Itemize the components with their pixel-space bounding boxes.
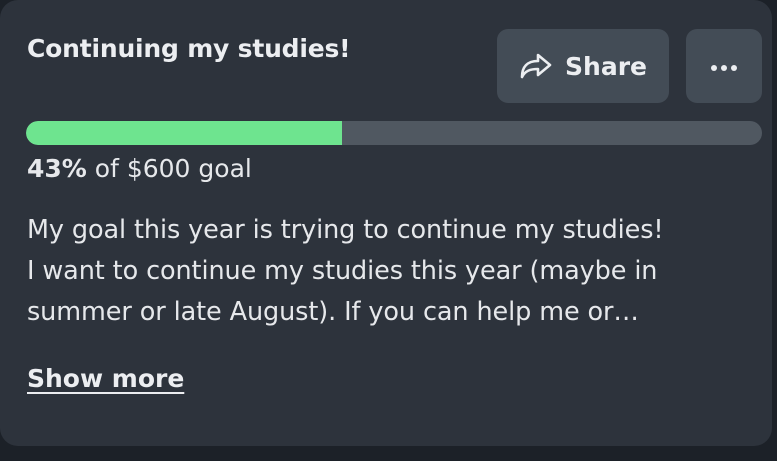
progress-summary: 43% of $600 goal (27, 154, 252, 183)
campaign-description: My goal this year is trying to continue … (27, 210, 767, 333)
share-button-label: Share (565, 51, 647, 81)
fundraiser-card: Continuing my studies! Share 43% of $600… (0, 0, 772, 446)
progress-percent: 43% (27, 154, 87, 183)
description-line: My goal this year is trying to continue … (27, 215, 664, 245)
more-options-button[interactable] (686, 29, 762, 103)
description-line: summer or late August). If you can help … (27, 297, 639, 327)
progress-goal-text: of $600 goal (94, 154, 252, 183)
campaign-title: Continuing my studies! (27, 34, 351, 63)
description-line: I want to continue my studies this year … (27, 256, 658, 286)
ellipsis-icon (710, 57, 738, 76)
progress-bar (26, 121, 762, 145)
progress-bar-fill (26, 121, 343, 145)
show-more-link[interactable]: Show more (27, 364, 184, 393)
share-button[interactable]: Share (497, 29, 669, 103)
share-arrow-icon (519, 53, 553, 79)
